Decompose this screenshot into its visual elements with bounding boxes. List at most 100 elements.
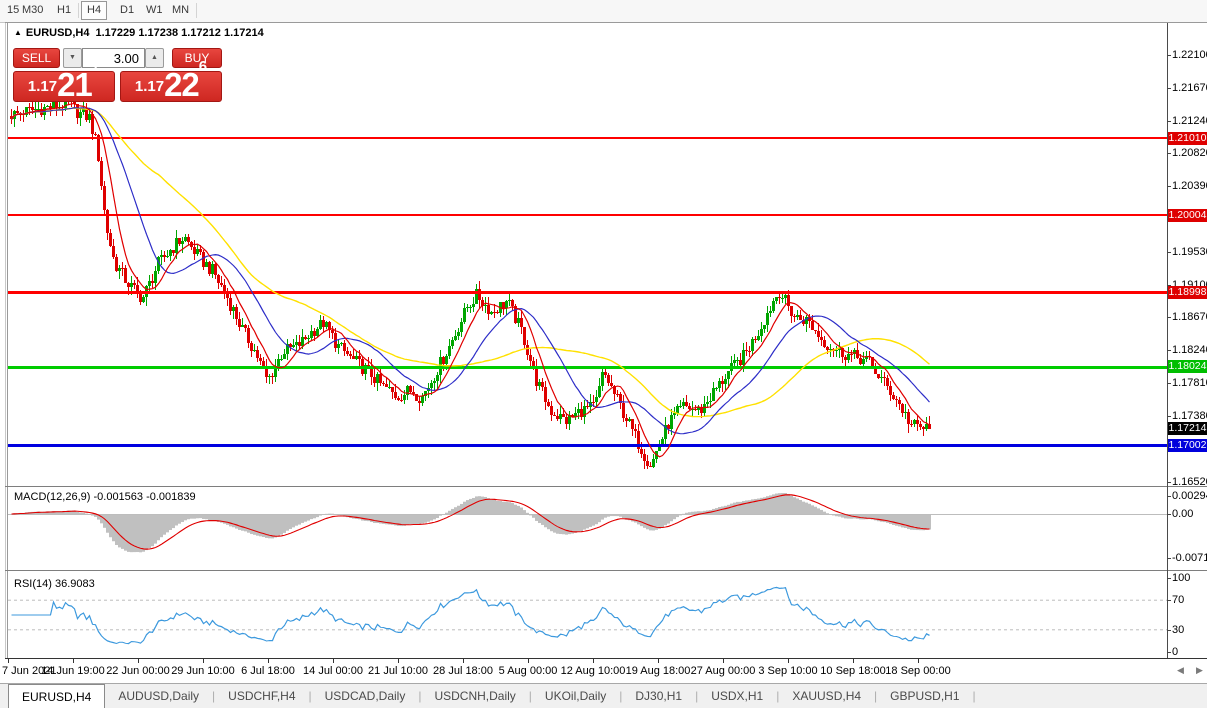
time-tick-label: 12 Aug 10:00 [561, 665, 626, 677]
one-click-trading-panel: SELL ▼ ▲ BUY 1.17 21 7 1.17 22 6 [12, 45, 228, 100]
time-tick-label: 18 Sep 00:00 [885, 665, 950, 677]
scroll-left-icon[interactable]: ◀ [1177, 665, 1184, 676]
time-tick [463, 659, 464, 663]
timeframe-button-mn[interactable]: MN [167, 2, 194, 19]
chart-tab-audusd-daily[interactable]: AUDUSD,Daily [105, 684, 212, 708]
price-tick [1167, 350, 1171, 351]
chart-tab-xauusd-h4[interactable]: XAUUSD,H4 [779, 684, 874, 708]
timeframe-button-h1[interactable]: H1 [52, 2, 76, 19]
hline-price-label: 1.21010 [1168, 132, 1207, 145]
hline-price-label: 1.18024 [1168, 360, 1207, 373]
rsi-tick [1167, 600, 1171, 601]
time-tick [658, 659, 659, 663]
price-tick [1167, 317, 1171, 318]
chart-tab-bar: EURUSD,H4AUDUSD,Daily|USDCHF,H4|USDCAD,D… [0, 683, 1207, 708]
time-tick [528, 659, 529, 663]
collapse-triangle-icon[interactable]: ▲ [14, 28, 22, 37]
chart-title: ▲EURUSD,H41.17229 1.17238 1.17212 1.1721… [14, 27, 264, 39]
time-tick [203, 659, 204, 663]
rsi-tick [1167, 630, 1171, 631]
chart-tab-usdcnh-daily[interactable]: USDCNH,Daily [421, 684, 528, 708]
chart-tab-dj30-h1[interactable]: DJ30,H1 [622, 684, 695, 708]
time-tick-label: 21 Jul 10:00 [368, 665, 428, 677]
macd-name: MACD(12,26,9) [14, 491, 90, 503]
time-tick-label: 3 Sep 10:00 [758, 665, 817, 677]
ohlc-values: 1.17229 1.17238 1.17212 1.17214 [96, 27, 264, 39]
buy-price-big-figure: 1.17 [135, 75, 164, 99]
price-tick [1167, 121, 1171, 122]
pane-splitter-rsi[interactable] [5, 570, 1207, 571]
hline-price-label: 1.20004 [1168, 209, 1207, 222]
tab-separator: | [973, 684, 976, 708]
timeframe-button-m30[interactable]: M30 [17, 2, 48, 19]
timeframe-button-h4[interactable]: H4 [81, 1, 107, 20]
rsi-tick-label: 70 [1172, 594, 1207, 606]
time-tick [853, 659, 854, 663]
current-price-label: 1.17214 [1168, 422, 1207, 435]
time-tick-label: 14 Jun 19:00 [41, 665, 105, 677]
timeframe-button-d1[interactable]: D1 [115, 2, 139, 19]
price-tick-label: 1.20820 [1172, 147, 1207, 159]
time-tick [398, 659, 399, 663]
price-tick-label: 1.17380 [1172, 410, 1207, 422]
pane-splitter-macd[interactable] [5, 486, 1207, 487]
macd-tick-label: 0.002947 [1172, 490, 1207, 502]
price-tick [1167, 482, 1171, 483]
sell-button[interactable]: SELL [13, 48, 60, 68]
time-tick [788, 659, 789, 663]
price-tick [1167, 383, 1171, 384]
price-tick [1167, 153, 1171, 154]
price-tick-label: 1.16520 [1172, 476, 1207, 488]
volume-increase-icon[interactable]: ▲ [145, 48, 164, 68]
timeframe-button-w1[interactable]: W1 [141, 2, 168, 19]
rsi-tick-label: 0 [1172, 646, 1207, 658]
scroll-right-icon[interactable]: ▶ [1196, 665, 1203, 676]
rsi-tick [1167, 652, 1171, 653]
volume-decrease-icon[interactable]: ▼ [63, 48, 82, 68]
sell-price-big-figure: 1.17 [28, 75, 57, 99]
window-border-outer [5, 22, 6, 708]
sell-price-button[interactable]: 1.17 21 7 [13, 71, 115, 102]
price-tick-label: 1.17810 [1172, 377, 1207, 389]
chart-tab-eurusd-h4[interactable]: EURUSD,H4 [8, 684, 105, 708]
toolbar-separator [196, 3, 197, 18]
time-tick [8, 659, 9, 663]
buy-button[interactable]: BUY [172, 48, 222, 68]
buy-price-button[interactable]: 1.17 22 6 [120, 71, 222, 102]
price-tick-label: 1.21670 [1172, 82, 1207, 94]
chart-tab-gbpusd-h1[interactable]: GBPUSD,H1 [877, 684, 972, 708]
price-axis-line [1167, 23, 1168, 658]
price-tick-label: 1.22100 [1172, 49, 1207, 61]
price-tick [1167, 252, 1171, 253]
sell-price-pips: 21 [57, 71, 92, 99]
macd-values: -0.001563 -0.001839 [93, 491, 195, 503]
time-tick-label: 29 Jun 10:00 [171, 665, 235, 677]
time-tick-label: 6 Jul 18:00 [241, 665, 295, 677]
price-tick-label: 1.18670 [1172, 311, 1207, 323]
macd-tick-label: -0.00715 [1172, 552, 1207, 564]
toolbar-separator [78, 3, 79, 18]
macd-tick-label: 0.00 [1172, 508, 1207, 520]
time-tick-label: 10 Sep 18:00 [820, 665, 885, 677]
rsi-tick [1167, 578, 1171, 579]
time-tick-label: 14 Jul 00:00 [303, 665, 363, 677]
chart-tab-usdchf-h4[interactable]: USDCHF,H4 [215, 684, 308, 708]
chart-tab-usdcad-daily[interactable]: USDCAD,Daily [312, 684, 419, 708]
time-tick-label: 22 Jun 00:00 [106, 665, 170, 677]
rsi-tick-label: 100 [1172, 572, 1207, 584]
hline-price-label: 1.17002 [1168, 439, 1207, 452]
time-tick-label: 19 Aug 18:00 [626, 665, 691, 677]
price-tick-label: 1.18240 [1172, 344, 1207, 356]
time-axis[interactable]: 7 Jun 202114 Jun 19:0022 Jun 00:0029 Jun… [0, 659, 1207, 683]
time-tick [723, 659, 724, 663]
price-tick-label: 1.19530 [1172, 246, 1207, 258]
price-tick [1167, 88, 1171, 89]
chart-tab-ukoil-daily[interactable]: UKOil,Daily [532, 684, 619, 708]
buy-price-pips: 22 [164, 71, 199, 99]
time-tick-label: 5 Aug 00:00 [499, 665, 558, 677]
macd-tick [1167, 496, 1171, 497]
rsi-indicator-canvas[interactable] [8, 571, 1167, 658]
chart-tab-usdx-h1[interactable]: USDX,H1 [698, 684, 776, 708]
macd-label: MACD(12,26,9) -0.001563 -0.001839 [14, 491, 196, 503]
time-tick-label: 28 Jul 18:00 [433, 665, 493, 677]
